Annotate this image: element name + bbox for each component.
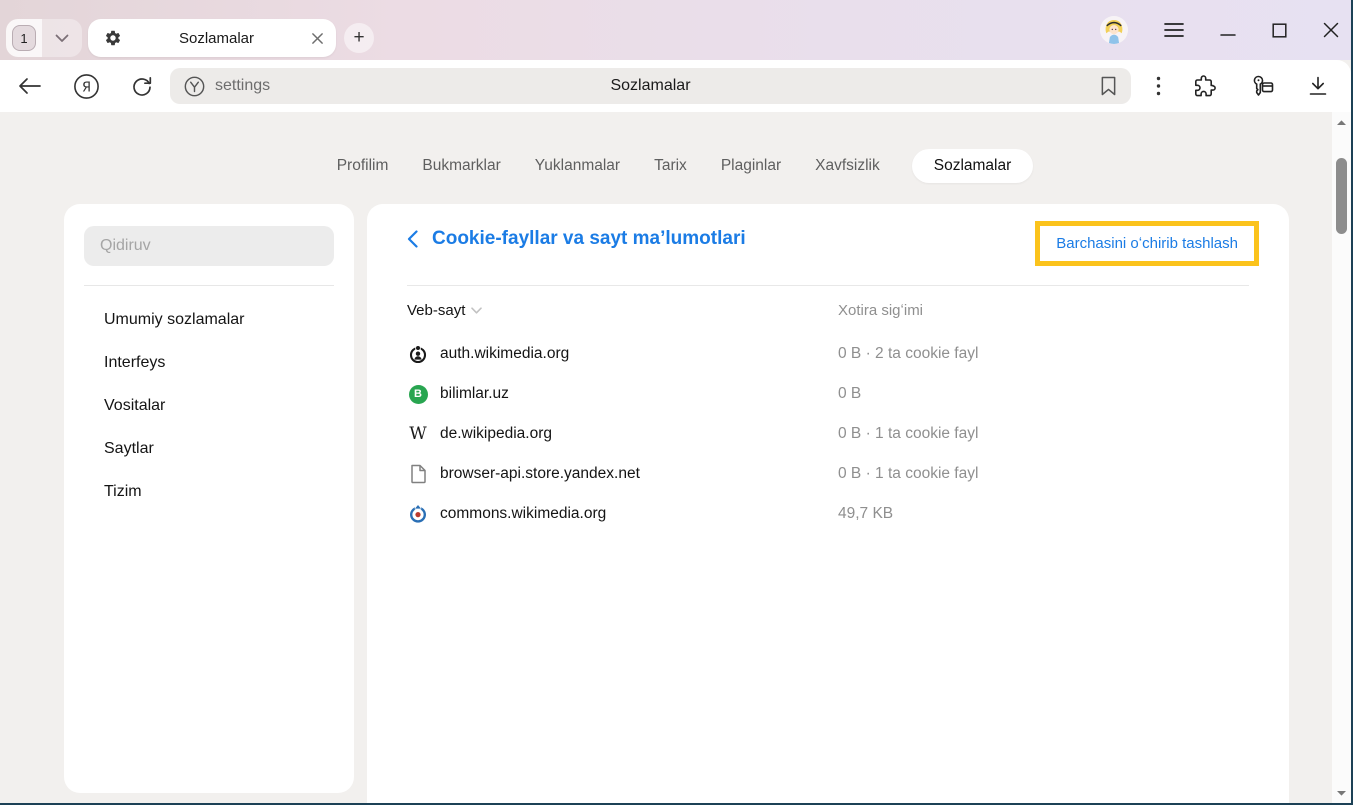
table-row[interactable]: commons.wikimedia.org 49,7 KB bbox=[407, 494, 1249, 534]
url-value[interactable]: settings bbox=[215, 77, 270, 95]
passwords-icon[interactable] bbox=[1249, 74, 1275, 98]
sidebar-item-saytlar[interactable]: Saytlar bbox=[64, 427, 354, 470]
extensions-icon[interactable] bbox=[1193, 74, 1217, 98]
site-size: 0 B · 1 ta cookie fayl bbox=[838, 465, 978, 483]
tab-count-badge: 1 bbox=[12, 25, 36, 51]
commons-icon bbox=[407, 504, 429, 524]
nav-tab-profilim[interactable]: Profilim bbox=[335, 149, 391, 183]
site-list: auth.wikimedia.org 0 B · 2 ta cookie fay… bbox=[407, 334, 1249, 534]
back-button[interactable] bbox=[8, 77, 52, 95]
downloads-icon[interactable] bbox=[1307, 75, 1329, 97]
reload-button[interactable] bbox=[120, 74, 164, 98]
tab-list-dropdown[interactable] bbox=[42, 19, 82, 57]
yandex-logo-icon: Я bbox=[73, 73, 100, 100]
delete-all-button[interactable]: Barchasini oʻchirib tashlash bbox=[1040, 226, 1254, 261]
sidebar-item-interfeys[interactable]: Interfeys bbox=[64, 341, 354, 384]
site-size: 0 B · 1 ta cookie fayl bbox=[838, 425, 978, 443]
sidebar-item-vositalar[interactable]: Vositalar bbox=[64, 384, 354, 427]
scrollbar-thumb[interactable] bbox=[1336, 158, 1347, 234]
settings-sidebar: Umumiy sozlamalar Interfeys Vositalar Sa… bbox=[64, 204, 354, 793]
browser-window: 1 Sozlamalar + bbox=[0, 0, 1353, 805]
cookies-panel: Cookie-fayllar va sayt ma’lumotlari Barc… bbox=[367, 204, 1289, 803]
browser-tab-sozlamalar[interactable]: Sozlamalar bbox=[88, 19, 336, 57]
bookmark-button[interactable] bbox=[1100, 76, 1117, 96]
settings-page: Profilim Bukmarklar Yuklanmalar Tarix Pl… bbox=[0, 112, 1332, 803]
nav-tab-tarix[interactable]: Tarix bbox=[652, 149, 689, 183]
nav-tab-bukmarklar[interactable]: Bukmarklar bbox=[420, 149, 502, 183]
site-name: commons.wikimedia.org bbox=[440, 505, 606, 523]
tab-close-icon[interactable] bbox=[311, 32, 324, 45]
new-tab-button[interactable]: + bbox=[344, 23, 374, 53]
toolbar: Я settings Sozlamalar bbox=[0, 60, 1351, 112]
bookmark-icon bbox=[1100, 76, 1117, 96]
site-size: 0 B bbox=[838, 385, 861, 403]
gear-icon bbox=[104, 29, 122, 47]
scroll-down-icon[interactable] bbox=[1332, 785, 1351, 801]
site-size: 0 B · 2 ta cookie fayl bbox=[838, 345, 978, 363]
nav-tab-sozlamalar[interactable]: Sozlamalar bbox=[912, 149, 1034, 183]
close-icon[interactable] bbox=[1323, 22, 1339, 38]
search-engine-icon bbox=[184, 76, 205, 97]
more-options-icon[interactable] bbox=[1156, 76, 1161, 96]
column-header-size: Xotira sigʻimi bbox=[838, 302, 923, 319]
site-name: browser-api.store.yandex.net bbox=[440, 465, 640, 483]
tab-count-button[interactable]: 1 bbox=[6, 19, 42, 57]
column-site-label: Veb-sayt bbox=[407, 302, 465, 319]
scroll-up-icon[interactable] bbox=[1332, 114, 1351, 130]
table-row[interactable]: browser-api.store.yandex.net 0 B · 1 ta … bbox=[407, 454, 1249, 494]
address-bar[interactable]: settings Sozlamalar bbox=[170, 68, 1131, 104]
sidebar-divider bbox=[84, 285, 334, 286]
wikimedia-icon bbox=[407, 344, 429, 364]
minimize-icon[interactable] bbox=[1220, 22, 1236, 38]
delete-all-highlight: Barchasini oʻchirib tashlash bbox=[1035, 221, 1259, 266]
table-row[interactable]: auth.wikimedia.org 0 B · 2 ta cookie fay… bbox=[407, 334, 1249, 374]
svg-text:Я: Я bbox=[81, 80, 90, 95]
page-icon bbox=[407, 464, 429, 484]
back-arrow-icon bbox=[18, 77, 42, 95]
site-name: de.wikipedia.org bbox=[440, 425, 552, 443]
sort-chevron-icon bbox=[471, 307, 482, 314]
nav-tab-plaginlar[interactable]: Plaginlar bbox=[719, 149, 783, 183]
settings-nav-tabs: Profilim Bukmarklar Yuklanmalar Tarix Pl… bbox=[18, 149, 1350, 183]
page-title: Cookie-fayllar va sayt ma’lumotlari bbox=[432, 228, 746, 250]
search-input[interactable] bbox=[84, 226, 334, 266]
site-name: bilimlar.uz bbox=[440, 385, 509, 403]
sidebar-item-tizim[interactable]: Tizim bbox=[64, 470, 354, 513]
bilimlar-favicon: B bbox=[407, 384, 429, 404]
yandex-home-button[interactable]: Я bbox=[64, 73, 108, 100]
table-row[interactable]: B bilimlar.uz 0 B bbox=[407, 374, 1249, 414]
menu-icon[interactable] bbox=[1164, 22, 1184, 38]
reload-icon bbox=[130, 74, 154, 98]
sidebar-item-umumiy-sozlamalar[interactable]: Umumiy sozlamalar bbox=[64, 298, 354, 341]
site-name: auth.wikimedia.org bbox=[440, 345, 569, 363]
back-chevron-icon[interactable] bbox=[407, 230, 418, 248]
wikipedia-icon: W bbox=[407, 424, 429, 444]
avatar-image bbox=[1100, 16, 1128, 44]
profile-avatar[interactable] bbox=[1100, 16, 1128, 44]
chevron-down-icon bbox=[55, 34, 69, 43]
column-header-site[interactable]: Veb-sayt bbox=[407, 302, 482, 319]
nav-tab-xavfsizlik[interactable]: Xavfsizlik bbox=[813, 149, 882, 183]
site-size: 49,7 KB bbox=[838, 505, 893, 523]
tab-group-control[interactable]: 1 bbox=[6, 19, 82, 57]
header-divider bbox=[407, 285, 1249, 286]
title-bar: 1 Sozlamalar + bbox=[0, 0, 1351, 60]
table-row[interactable]: W de.wikipedia.org 0 B · 1 ta cookie fay… bbox=[407, 414, 1249, 454]
page-title-center: Sozlamalar bbox=[170, 77, 1131, 95]
maximize-icon[interactable] bbox=[1272, 23, 1287, 38]
page-scrollbar[interactable] bbox=[1332, 112, 1351, 803]
nav-tab-yuklanmalar[interactable]: Yuklanmalar bbox=[533, 149, 622, 183]
tab-title: Sozlamalar bbox=[122, 30, 311, 47]
